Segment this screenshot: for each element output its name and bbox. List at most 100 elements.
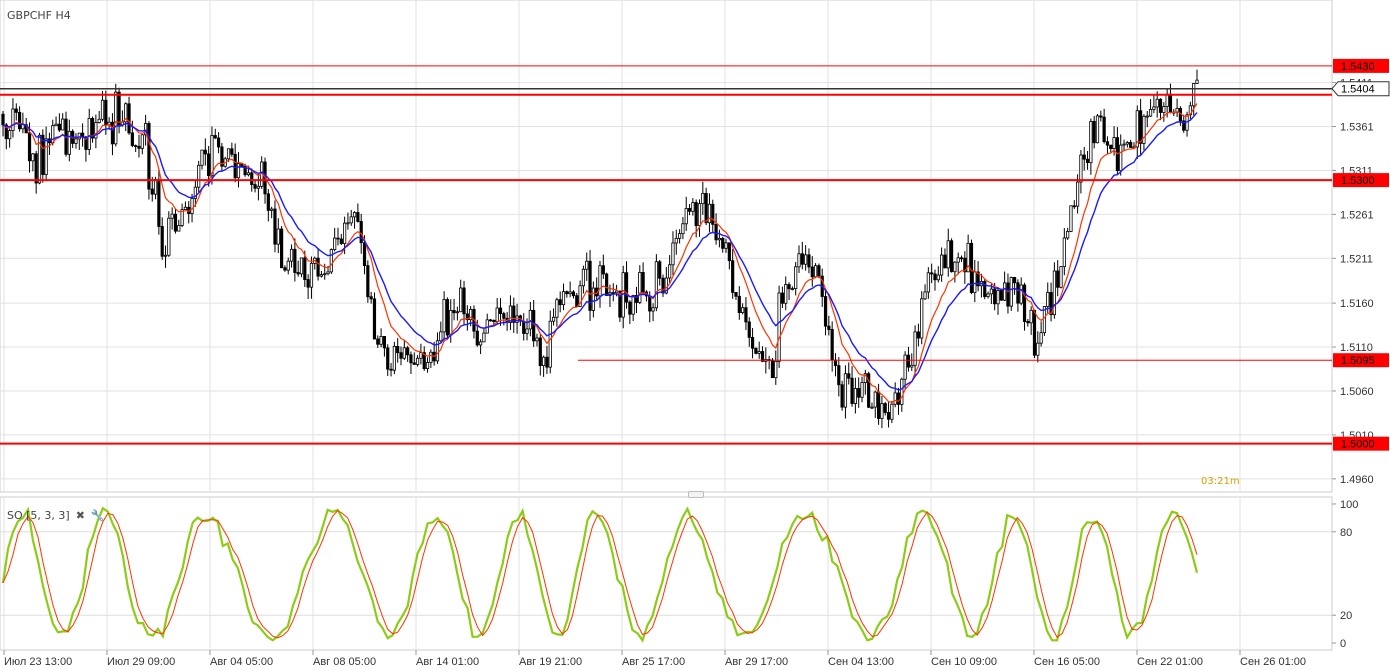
candle-body <box>44 138 48 175</box>
candle-body <box>157 179 161 227</box>
candle-body <box>1 113 5 126</box>
candle-body <box>246 172 251 176</box>
candle-body <box>253 184 257 189</box>
candle-body <box>727 242 731 262</box>
candle-body <box>309 262 314 288</box>
candle-body <box>31 153 35 162</box>
candle-body <box>837 365 841 386</box>
x-tick-label: Авг 14 01:00 <box>416 656 479 668</box>
candle-body <box>1019 284 1023 304</box>
candle-body <box>200 149 204 166</box>
candle-body <box>283 267 287 271</box>
candle-body <box>903 354 907 380</box>
candle-body <box>674 237 678 244</box>
x-tick-label: Сен 10 09:00 <box>931 656 997 668</box>
candle-body <box>804 254 808 265</box>
candle-body <box>27 132 32 162</box>
candle-body <box>800 253 804 265</box>
candle-body <box>558 299 562 306</box>
osc-y-tick-label: 80 <box>1340 527 1352 539</box>
candle-body <box>399 352 403 359</box>
candle-body <box>628 301 632 315</box>
candle-body <box>860 382 864 398</box>
candle-body <box>216 137 221 148</box>
candle-body <box>598 265 602 297</box>
candle-body <box>498 307 503 315</box>
candle-body <box>1125 142 1129 145</box>
candle-body <box>455 311 459 314</box>
candle-body <box>1026 321 1030 324</box>
candle-body <box>1148 109 1153 117</box>
candle-body <box>137 145 141 149</box>
candle-body <box>1016 282 1020 304</box>
x-tick-label: Авг 08 05:00 <box>313 656 376 668</box>
candle-body <box>1056 270 1060 288</box>
wrench-icon[interactable]: 🔧 <box>91 509 105 522</box>
candle-body <box>392 346 396 371</box>
pane-splitter-handle[interactable] <box>688 491 704 498</box>
candle-body <box>429 351 433 363</box>
candle-body <box>993 288 997 305</box>
candle-body <box>67 130 71 155</box>
candle-body <box>651 307 655 312</box>
candle-body <box>54 123 58 127</box>
candle-body <box>425 362 430 369</box>
candle-body <box>502 313 506 319</box>
close-icon[interactable]: ✖ <box>76 509 85 522</box>
candle-body <box>197 164 201 188</box>
candle-body <box>130 132 134 146</box>
x-tick-label: Авг 04 05:00 <box>210 656 273 668</box>
candle-body <box>890 403 894 420</box>
candle-body <box>1089 121 1093 164</box>
candle-body <box>409 354 413 364</box>
candle-body <box>415 357 420 365</box>
candle-body <box>87 118 91 150</box>
candle-body <box>117 91 121 126</box>
candle-body <box>794 266 798 289</box>
candle-body <box>372 298 377 340</box>
candle-body <box>270 208 274 211</box>
candle-body <box>797 253 801 268</box>
candle-body <box>920 298 924 339</box>
candle-body <box>1003 282 1007 301</box>
candle-body <box>303 257 307 280</box>
candle-body <box>744 307 748 323</box>
candle-body <box>266 193 270 211</box>
candle-body <box>14 108 18 113</box>
candle-body <box>1109 144 1113 150</box>
candle-body <box>1082 154 1086 160</box>
candle-body <box>1105 141 1110 146</box>
candle-body <box>276 228 280 245</box>
candle-body <box>833 359 838 366</box>
candle-body <box>906 354 911 368</box>
candle-body <box>668 264 672 279</box>
candle-body <box>57 123 61 131</box>
candle-body <box>697 203 702 227</box>
candle-body <box>1039 332 1043 344</box>
chart-canvas[interactable]: Июл 23 13:00 Июл 29 09:00 Авг 04 05:00 Авг … <box>0 0 1390 670</box>
candle-body <box>319 274 324 277</box>
candle-body <box>412 362 416 365</box>
candle-body <box>449 310 453 336</box>
candle-body <box>532 309 536 342</box>
candle-body <box>784 284 788 304</box>
candle-body <box>21 124 25 130</box>
candle-body <box>160 226 164 257</box>
candle-body <box>1066 231 1070 239</box>
candle-body <box>714 223 718 241</box>
candle-body <box>183 206 188 211</box>
candle-body <box>296 272 300 275</box>
candle-body <box>250 172 254 185</box>
candle-body <box>717 237 722 241</box>
candle-body <box>542 356 546 366</box>
candle-body <box>923 291 927 300</box>
candle-body <box>777 292 781 362</box>
candle-body <box>525 328 529 334</box>
candle-body <box>734 292 738 297</box>
candle-body <box>959 257 964 260</box>
candle-body <box>893 392 897 405</box>
candle-body <box>535 337 539 342</box>
candle-body <box>170 213 174 219</box>
candle-body <box>207 153 211 177</box>
candle-body <box>757 351 761 354</box>
